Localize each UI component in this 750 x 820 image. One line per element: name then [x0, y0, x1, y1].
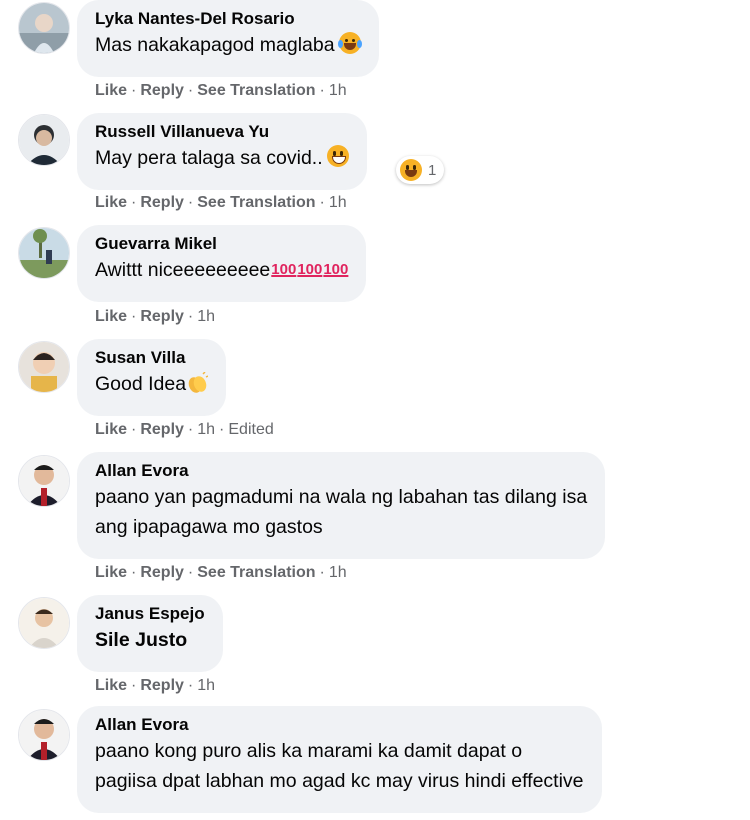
reply-link[interactable]: Reply — [140, 564, 184, 581]
comment-text-line: paano kong puro alis ka marami ka damit … — [95, 740, 523, 762]
user-photo-icon — [19, 456, 69, 506]
user-photo-icon — [19, 710, 69, 760]
like-link[interactable]: Like — [95, 677, 127, 694]
hundred-points-emoji-icon: 100 — [297, 261, 323, 278]
like-link[interactable]: Like — [95, 564, 127, 581]
see-translation-link[interactable]: See Translation — [197, 194, 315, 211]
reply-link[interactable]: Reply — [140, 677, 184, 694]
separator: · — [319, 564, 325, 581]
grinning-emoji-icon — [326, 145, 349, 167]
comment-bubble: Lyka Nantes-Del Rosario Mas nakakapagod … — [77, 0, 379, 77]
hundred-points-emoji-icon: 100 — [323, 261, 349, 278]
reply-link[interactable]: Reply — [140, 82, 184, 99]
haha-reaction-icon — [400, 159, 422, 181]
separator: · — [131, 677, 137, 694]
comment-text: Good Idea — [95, 369, 209, 399]
like-link[interactable]: Like — [95, 308, 127, 325]
avatar[interactable] — [18, 227, 70, 279]
separator: · — [187, 82, 194, 99]
user-photo-icon — [19, 342, 69, 392]
comment-author[interactable]: Russell Villanueva Yu — [95, 121, 349, 143]
comment-text-line: ang ipapagawa mo gastos — [95, 516, 323, 538]
like-link[interactable]: Like — [95, 421, 127, 438]
user-photo-icon — [19, 115, 69, 165]
comment-actions: Like · Reply · 1h · Edited — [95, 421, 274, 439]
comment-text: May pera talaga sa covid.. — [95, 143, 349, 173]
hundred-points-emoji-icon: 100 — [271, 261, 297, 278]
comment-author[interactable]: Susan Villa — [95, 347, 208, 369]
separator: · — [187, 677, 194, 694]
separator: · — [187, 308, 194, 325]
comment-author[interactable]: Allan Evora — [95, 460, 587, 482]
comment-timestamp[interactable]: 1h — [329, 564, 347, 581]
avatar[interactable] — [18, 455, 70, 507]
separator: · — [187, 564, 194, 581]
clapping-hands-emoji-icon — [186, 371, 209, 394]
avatar[interactable] — [18, 709, 70, 761]
comment-text-line: paano yan pagmadumi na wala ng labahan t… — [95, 486, 588, 508]
separator: · — [131, 421, 137, 438]
comment-actions: Like · Reply · See Translation · 1h — [95, 564, 347, 582]
comment-timestamp[interactable]: 1h — [197, 421, 215, 438]
avatar[interactable] — [18, 2, 70, 54]
comment-actions: Like · Reply · See Translation · 1h — [95, 194, 347, 212]
reply-link[interactable]: Reply — [140, 421, 184, 438]
reaction-badge[interactable]: 1 — [396, 156, 445, 184]
comment-timestamp[interactable]: 1h — [329, 82, 347, 99]
comment-bubble: Russell Villanueva Yu May pera talaga sa… — [77, 113, 367, 190]
user-photo-icon — [19, 228, 69, 278]
comment-text-content: Mas nakakapagod maglaba — [95, 34, 335, 56]
comment-actions: Like · Reply · 1h — [95, 677, 215, 695]
comment-text-content: Awittt niceeeeeeeee — [95, 259, 271, 281]
comment-text: Sile Justo — [95, 629, 188, 651]
separator: · — [319, 194, 325, 211]
comment-timestamp[interactable]: 1h — [197, 677, 215, 694]
reaction-count: 1 — [428, 161, 437, 179]
avatar[interactable] — [18, 341, 70, 393]
comment-bubble: Allan Evora paano yan pagmadumi na wala … — [77, 452, 606, 559]
separator: · — [319, 82, 325, 99]
see-translation-link[interactable]: See Translation — [197, 82, 315, 99]
comment-bubble: Guevarra Mikel Awittt niceeeeeeeee100100… — [77, 225, 367, 302]
comment-author[interactable]: Lyka Nantes-Del Rosario — [95, 8, 361, 30]
comment-timestamp[interactable]: 1h — [197, 308, 215, 325]
separator: · — [131, 564, 137, 581]
separator: · — [187, 194, 194, 211]
avatar[interactable] — [18, 114, 70, 166]
comment-text: Awittt niceeeeeeeee100100100 — [95, 255, 348, 285]
separator: · — [187, 421, 194, 438]
comment-text-line: pagiisa dpat labhan mo agad kc may virus… — [95, 770, 584, 792]
see-translation-link[interactable]: See Translation — [197, 564, 315, 581]
separator: · — [131, 308, 137, 325]
user-photo-icon — [19, 598, 69, 648]
comment-timestamp[interactable]: 1h — [329, 194, 347, 211]
edited-label[interactable]: Edited — [228, 421, 273, 438]
comment-author[interactable]: Allan Evora — [95, 714, 584, 736]
reply-link[interactable]: Reply — [140, 308, 184, 325]
comment-bubble: Susan Villa Good Idea — [77, 339, 227, 416]
laughing-tears-emoji-icon — [337, 32, 362, 54]
comment-bubble: Janus Espejo Sile Justo — [77, 595, 223, 672]
user-photo-icon — [19, 3, 69, 53]
separator: · — [131, 194, 137, 211]
comment-actions: Like · Reply · See Translation · 1h — [95, 82, 347, 100]
comment-text-content: Good Idea — [95, 373, 187, 395]
comment-actions: Like · Reply · 1h — [95, 308, 215, 326]
comment-author[interactable]: Janus Espejo — [95, 603, 205, 625]
comment-bubble: Allan Evora paano kong puro alis ka mara… — [77, 706, 602, 813]
comment-author[interactable]: Guevarra Mikel — [95, 233, 348, 255]
separator: · — [219, 421, 225, 438]
like-link[interactable]: Like — [95, 82, 127, 99]
avatar[interactable] — [18, 597, 70, 649]
like-link[interactable]: Like — [95, 194, 127, 211]
comment-text-content: May pera talaga sa covid.. — [95, 147, 323, 169]
comment-text: Mas nakakapagod maglaba — [95, 30, 362, 60]
separator: · — [131, 82, 137, 99]
reply-link[interactable]: Reply — [140, 194, 184, 211]
